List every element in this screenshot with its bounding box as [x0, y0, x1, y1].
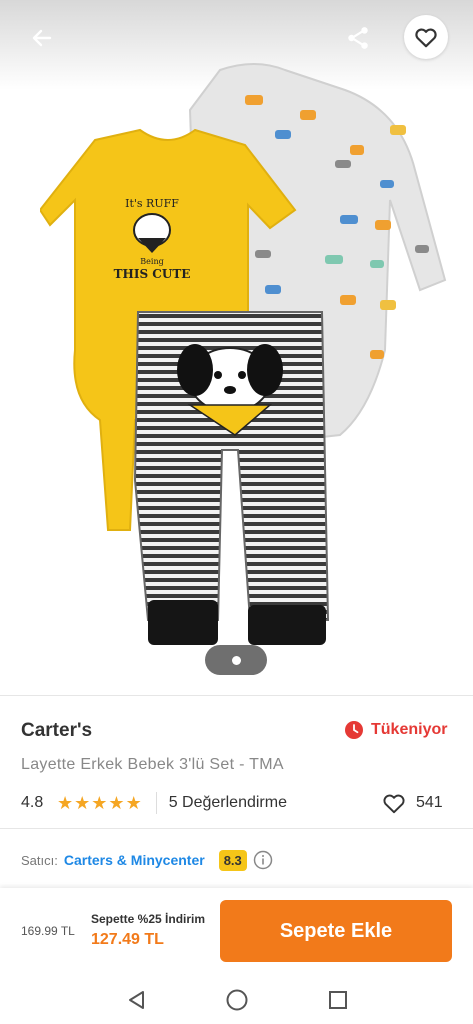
discounted-price: 127.49 TL	[91, 931, 164, 948]
image-pager[interactable]	[205, 645, 267, 675]
rating-separator	[155, 792, 157, 814]
svg-text:It's RUFF: It's RUFF	[125, 197, 179, 210]
pager-dot-active	[231, 655, 241, 665]
stock-status-label: Tükeniyor	[371, 721, 448, 738]
rating-value: 4.8	[21, 794, 44, 811]
system-nav-bar	[0, 974, 473, 1024]
star-icon: ★	[74, 793, 91, 813]
rating-stars: ★ ★ ★ ★ ★	[57, 794, 142, 812]
favorites-count[interactable]: 541	[380, 790, 443, 816]
purchase-bar: 169.99 TL Sepette %25 İndirim 127.49 TL …	[0, 888, 473, 974]
heart-icon	[415, 28, 437, 48]
square-recents-icon	[329, 991, 347, 1009]
share-icon	[348, 27, 368, 49]
product-image-gallery[interactable]: It's RUFF Being THIS CUTE	[0, 0, 473, 695]
reviews-link[interactable]: 5 Değerlendirme	[169, 794, 287, 812]
nav-home-button[interactable]	[225, 988, 249, 1017]
star-icon: ★	[91, 793, 108, 813]
seller-label: Satıcı:	[21, 852, 58, 868]
product-title: Layette Erkek Bebek 3'lü Set - TMA	[21, 756, 284, 773]
heart-icon	[383, 794, 405, 814]
favorites-count-value: 541	[416, 794, 443, 811]
divider	[0, 695, 473, 696]
arrow-left-icon	[32, 29, 52, 47]
product-photo: It's RUFF Being THIS CUTE	[40, 63, 447, 645]
seller-row: Satıcı: Carters & Minycenter 8.3	[21, 847, 273, 873]
add-to-cart-button[interactable]: Sepete Ekle	[220, 900, 452, 962]
svg-text:THIS CUTE: THIS CUTE	[114, 267, 191, 281]
clock-icon	[345, 721, 363, 739]
triangle-back-icon	[129, 991, 144, 1009]
seller-score-badge: 8.3	[218, 849, 247, 871]
star-icon: ★	[57, 793, 74, 813]
stock-status: Tükeniyor	[344, 720, 447, 740]
star-icon: ★	[125, 793, 142, 813]
circle-home-icon	[226, 989, 248, 1011]
nav-back-button[interactable]	[126, 989, 148, 1016]
favorite-button[interactable]	[404, 15, 448, 59]
old-price: 169.99 TL	[21, 924, 75, 938]
svg-text:Being: Being	[140, 257, 163, 266]
info-icon[interactable]	[253, 850, 273, 870]
share-button[interactable]	[340, 20, 376, 56]
nav-recents-button[interactable]	[327, 989, 349, 1016]
back-button[interactable]	[22, 20, 62, 56]
cart-discount-label: Sepette %25 İndirim	[91, 912, 206, 926]
product-detail-screen: It's RUFF Being THIS CUTE Carter's Tüken…	[0, 0, 473, 1024]
brand-name[interactable]: Carter's	[21, 720, 92, 742]
star-icon: ★	[108, 793, 125, 813]
divider	[0, 828, 473, 829]
seller-name-link[interactable]: Carters & Minycenter	[64, 852, 205, 868]
